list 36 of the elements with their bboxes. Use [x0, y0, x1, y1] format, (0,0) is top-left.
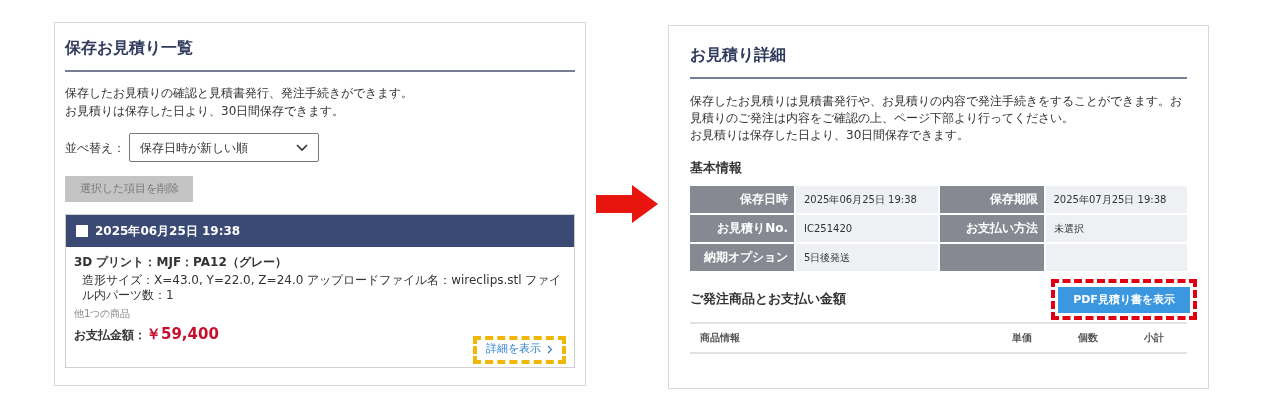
section-heading: ご発注商品とお支払い金額 [690, 290, 846, 309]
column-header: 小計 [1143, 331, 1165, 346]
info-label: 保存期限 [939, 185, 1044, 213]
quote-date: 2025年06月25日 19:38 [95, 223, 241, 240]
chevron-down-icon [296, 143, 308, 152]
detail-link[interactable]: 詳細を表示 [480, 342, 559, 357]
intro-text: お見積りは保存した日より、30日間保存できます。 [690, 127, 971, 144]
other-items-note: 他1つの商品 [74, 307, 132, 321]
chevron-right-icon [547, 345, 553, 354]
column-header: 単価 [1011, 331, 1033, 346]
intro-text: お見積りは保存した日より、30日間保存できます。 [65, 104, 346, 119]
total-amount: ￥59,400 [146, 324, 219, 345]
item-detail: 造形サイズ：X=43.0, Y=22.0, Z=24.0 アップロードファイル名：wireclips.stl ファイル内パーツ数：1 [81, 273, 563, 303]
intro-text: 保存したお見積りの確認と見積書発行、発注手続きができます。 [65, 86, 414, 101]
pdf-button[interactable]: PDF見積り書を表示 [1058, 286, 1190, 313]
arrow-right-icon [596, 185, 658, 223]
info-value: 2025年07月25日 19:38 [1045, 185, 1187, 213]
item-title: 3D プリント：MJF：PA12（グレー） [74, 254, 288, 271]
page-title: 保存お見積り一覧 [65, 36, 575, 72]
info-value: 2025年06月25日 19:38 [796, 185, 938, 213]
page-title: お見積り詳細 [690, 43, 1187, 79]
sort-select[interactable]: 保存日時が新しい順 [129, 133, 319, 162]
info-value: IC251420 [796, 214, 938, 242]
sort-label: 並べ替え： [65, 139, 125, 157]
info-value: 5日後発送 [796, 243, 938, 271]
checkbox[interactable] [76, 225, 88, 237]
section-heading: 基本情報 [690, 159, 743, 177]
info-label: 納期オプション [690, 243, 794, 271]
info-label: お支払い方法 [939, 214, 1044, 242]
column-header: 個数 [1077, 331, 1099, 346]
info-label: お見積りNo. [690, 214, 794, 242]
info-value: 未選択 [1045, 214, 1187, 242]
column-header: 商品情報 [700, 331, 741, 346]
info-label: 保存日時 [690, 185, 794, 213]
intro-text: 保存したお見積りは見積書発行や、お見積りの内容で発注手続きをすることができます。お見積りのご発注は内容をご確認の上、ページ下部より行ってください。 [690, 93, 1183, 127]
total-label: お支払金額： [74, 327, 146, 344]
